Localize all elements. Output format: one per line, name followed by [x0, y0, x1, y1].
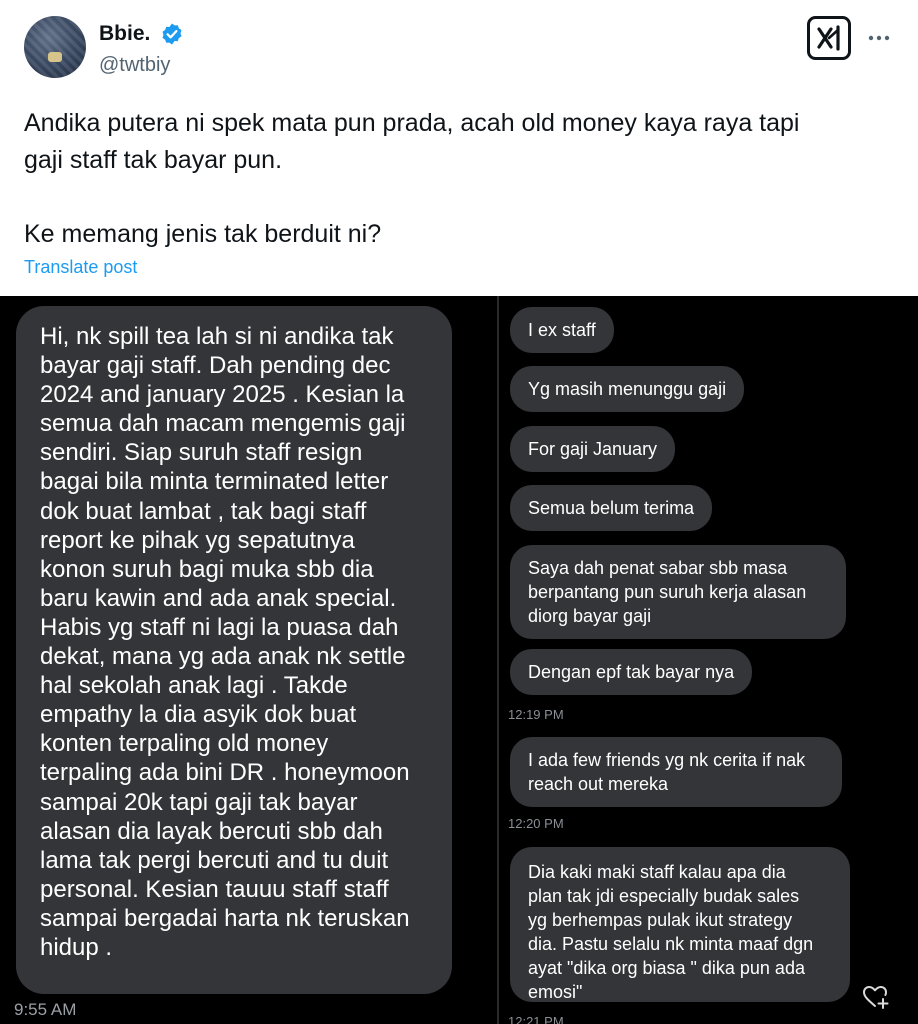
message-line: plan tak jdi especially budak sales: [528, 886, 800, 906]
tweet-text: Andika putera ni spek mata pun prada, ac…: [24, 105, 884, 253]
message-line: sampai bergadai harta nk teruskan: [40, 904, 410, 932]
chat-bubble-left: Hi, nk spill tea lah si ni andika tak ba…: [16, 306, 452, 994]
message-timestamp: 12:20 PM: [508, 816, 564, 831]
message-line: Dengan epf tak bayar nya: [528, 662, 735, 682]
message-line: 2024 and january 2025 . Kesian la: [40, 381, 405, 409]
message-line: Semua belum terima: [528, 498, 695, 518]
message-line: For gaji January: [528, 439, 658, 459]
chat-bubble-right: Semua belum terima: [510, 485, 713, 531]
message-line: hidup .: [40, 933, 113, 961]
message-timestamp: 12:21 PM: [508, 1014, 564, 1024]
message-line: Hi, nk spill tea lah si ni andika tak: [40, 323, 394, 350]
grok-icon[interactable]: [807, 16, 851, 60]
message-line: emosi": [528, 982, 583, 1002]
tweet-text-line: gaji staff tak bayar pun.: [24, 146, 283, 174]
message-line: empathy la dia asyik dok buat: [40, 701, 357, 729]
tweet-text-line: Andika putera ni spek mata pun prada, ac…: [24, 109, 800, 137]
more-icon[interactable]: [866, 26, 892, 50]
message-line: diorg bayar gaji: [528, 606, 652, 626]
chat-bubble-right: Dengan epf tak bayar nya: [510, 649, 753, 695]
chat-bubble-right: Dia kaki maki staff kalau apa dia plan t…: [510, 847, 850, 1002]
message-line: dekat, mana yg ada anak nk settle: [40, 643, 406, 671]
message-line: terpaling ada bini DR . honeymoon: [40, 759, 410, 787]
chat-bubble-right: For gaji January: [510, 426, 676, 472]
chat-bubble-right: Saya dah penat sabar sbb masa berpantang…: [510, 545, 846, 639]
message-line: sendiri. Siap suruh staff resign: [40, 439, 363, 467]
message-line: I ada few friends yg nk cerita if nak: [528, 750, 806, 770]
message-line: dok buat lambat , tak bagi staff: [40, 497, 367, 525]
tweet-text-line: Ke memang jenis tak berduit ni?: [24, 220, 382, 248]
message-line: baru kawin and ada anak special.: [40, 584, 397, 612]
message-line: alasan dia layak bercuti sbb dah: [40, 817, 383, 845]
message-line: hal sekolah anak lagi . Takde: [40, 672, 348, 700]
message-line: Yg masih menunggu gaji: [528, 379, 727, 399]
message-line: berpantang pun suruh kerja alasan: [528, 582, 807, 602]
message-line: semua dah macam mengemis gaji: [40, 410, 406, 438]
chat-bubble-right: Yg masih menunggu gaji: [510, 366, 745, 412]
heart-plus-icon[interactable]: [862, 984, 890, 1010]
message-line: dia. Pastu selalu nk minta maaf dgn: [528, 934, 814, 954]
message-timestamp: 12:19 PM: [508, 707, 564, 722]
media-divider: [497, 296, 499, 1024]
message-line: konten terpaling old money: [40, 730, 329, 758]
message-line: personal. Kesian tauuu staff staff: [40, 875, 389, 903]
author-handle[interactable]: @twtbiy: [99, 54, 170, 77]
author-display-name[interactable]: Bbie.: [99, 22, 150, 46]
message-line: Saya dah penat sabar sbb masa: [528, 558, 788, 578]
verified-badge-icon: [162, 23, 182, 45]
chat-bubble-right: I ada few friends yg nk cerita if nak re…: [510, 737, 842, 807]
message-line: yg berhempas pulak ikut strategy: [528, 910, 793, 930]
message-line: lama tak pergi bercuti and tu duit: [40, 846, 389, 874]
chat-bubble-right: I ex staff: [510, 307, 614, 353]
message-line: bagai bila minta terminated letter: [40, 468, 389, 496]
message-line: konon suruh bagi muka sbb dia: [40, 555, 374, 583]
message-line: reach out mereka: [528, 774, 669, 794]
message-line: sampai 20k tapi gaji tak bayar: [40, 788, 358, 816]
translate-post-link[interactable]: Translate post: [24, 257, 137, 278]
message-timestamp: 9:55 AM: [14, 1000, 77, 1019]
message-line: ayat "dika org biasa " dika pun ada: [528, 958, 805, 978]
message-line: I ex staff: [528, 320, 596, 340]
attached-chat-screenshot[interactable]: Hi, nk spill tea lah si ni andika tak ba…: [0, 296, 918, 1024]
message-line: Habis yg staff ni lagi la puasa dah: [40, 613, 399, 641]
message-line: Dia kaki maki staff kalau apa dia: [528, 862, 786, 882]
message-line: bayar gaji staff. Dah pending dec: [40, 352, 391, 380]
author-avatar[interactable]: [24, 16, 86, 78]
message-line: report ke pihak yg sepatutnya: [40, 526, 355, 554]
